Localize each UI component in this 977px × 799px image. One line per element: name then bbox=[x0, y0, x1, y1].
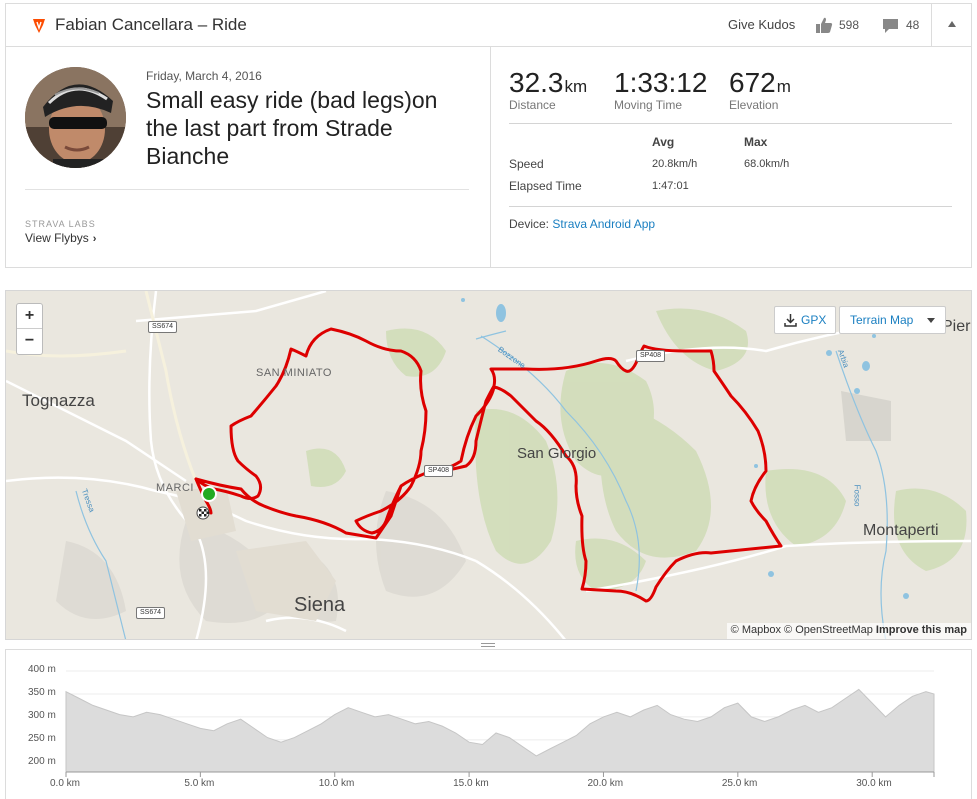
activity-title: Small easy ride (bad legs)on the last pa… bbox=[146, 87, 438, 169]
avg-header: Avg bbox=[652, 135, 675, 149]
route-map[interactable]: Tognazza SAN MINIATO San Giorgio Montape… bbox=[5, 290, 972, 640]
zoom-out-button[interactable]: − bbox=[17, 329, 42, 354]
activity-summary: Friday, March 4, 2016 Small easy ride (b… bbox=[5, 47, 972, 268]
panel-divider bbox=[490, 47, 491, 268]
place-label: San Giorgio bbox=[517, 445, 597, 462]
view-flybys-link[interactable]: View Flybys › bbox=[25, 231, 96, 245]
x-tick-label: 10.0 km bbox=[318, 778, 355, 789]
x-tick-label: 5.0 km bbox=[184, 778, 215, 789]
x-tick-label: 25.0 km bbox=[721, 778, 758, 789]
kudos-count[interactable]: 598 bbox=[839, 18, 859, 32]
zoom-control: + − bbox=[16, 303, 43, 355]
strava-labs-label: STRAVA LABS bbox=[25, 219, 96, 229]
comment-count[interactable]: 48 bbox=[906, 18, 919, 32]
elapsed-time-value: 1:47:01 bbox=[652, 180, 689, 192]
max-header: Max bbox=[744, 135, 768, 149]
download-icon bbox=[784, 314, 797, 327]
map-attribution: © Mapbox © OpenStreetMap Improve this ma… bbox=[726, 623, 971, 639]
divider bbox=[509, 123, 952, 124]
road-shield: SS674 bbox=[148, 321, 178, 333]
elevation-profile[interactable]: 400 m 350 m 300 m 250 m 200 m 0.0 km 5.0 km 10… bbox=[5, 649, 972, 799]
elevation-unit: m bbox=[776, 77, 791, 96]
avatar[interactable] bbox=[25, 67, 126, 168]
resize-handle[interactable] bbox=[481, 641, 495, 648]
activity-header: Fabian Cancellara – Ride Give Kudos 598 … bbox=[5, 3, 972, 47]
y-tick-label: 350 m bbox=[28, 686, 56, 698]
y-tick-label: 200 m bbox=[28, 755, 56, 767]
zoom-in-button[interactable]: + bbox=[17, 304, 42, 329]
view-flybys-label[interactable]: View Flybys bbox=[25, 231, 89, 245]
elevation-label: Elevation bbox=[729, 98, 779, 112]
speed-avg: 20.8km/h bbox=[652, 158, 698, 170]
gpx-download-button[interactable]: GPX bbox=[774, 306, 836, 334]
collapse-button[interactable] bbox=[931, 4, 972, 46]
place-label: Pier bbox=[942, 318, 971, 335]
strava-logo-icon[interactable] bbox=[32, 18, 46, 34]
x-tick-label: 20.0 km bbox=[587, 778, 624, 789]
y-tick-label: 400 m bbox=[28, 664, 56, 675]
moving-time-value: 1:33:12 bbox=[614, 67, 708, 98]
map-terrain bbox=[6, 291, 971, 639]
x-tick-label: 15.0 km bbox=[453, 778, 489, 789]
x-tick-label: 30.0 km bbox=[856, 778, 892, 789]
stat-moving-time: 1:33:12 Moving Time bbox=[614, 67, 707, 112]
map-type-dropdown[interactable]: Terrain Map bbox=[839, 306, 946, 334]
x-tick-label: 0.0 km bbox=[50, 778, 81, 789]
thumbs-up-icon[interactable] bbox=[815, 16, 833, 34]
speed-label: Speed bbox=[509, 157, 544, 171]
stat-elevation: 672m Elevation bbox=[729, 67, 791, 112]
place-label: Montaperti bbox=[863, 522, 939, 539]
device-info: Device: Strava Android App bbox=[509, 217, 655, 231]
caret-down-icon bbox=[927, 318, 935, 323]
divider bbox=[509, 206, 952, 207]
device-link[interactable]: Strava Android App bbox=[552, 217, 655, 231]
map-type-label[interactable]: Terrain Map bbox=[850, 313, 913, 327]
caret-up-icon bbox=[948, 21, 956, 27]
road-shield: SP408 bbox=[636, 350, 666, 362]
elevation-value: 672 bbox=[729, 67, 776, 98]
place-label: Siena bbox=[294, 594, 346, 616]
moving-time-label: Moving Time bbox=[614, 98, 683, 112]
mapbox-link[interactable]: © Mapbox bbox=[731, 624, 781, 636]
y-tick-label: 250 m bbox=[28, 732, 56, 744]
stat-distance: 32.3km Distance bbox=[509, 67, 587, 112]
improve-map-link[interactable]: Improve this map bbox=[876, 624, 967, 636]
place-label: SAN MINIATO bbox=[256, 367, 332, 379]
gpx-label[interactable]: GPX bbox=[801, 313, 826, 327]
give-kudos-button[interactable]: Give Kudos bbox=[728, 17, 795, 32]
comment-icon[interactable] bbox=[882, 18, 899, 34]
elevation-area bbox=[65, 688, 935, 773]
device-label: Device: bbox=[509, 217, 550, 231]
athlete-photo bbox=[25, 67, 126, 168]
osm-link[interactable]: © OpenStreetMap bbox=[784, 624, 873, 636]
speed-max: 68.0km/h bbox=[744, 158, 790, 170]
distance-unit: km bbox=[564, 77, 588, 96]
activity-date: Friday, March 4, 2016 bbox=[146, 69, 262, 83]
river-label: Fosso bbox=[852, 484, 862, 507]
road-shield: SS674 bbox=[136, 607, 166, 619]
place-label: MARCI bbox=[156, 482, 194, 494]
elapsed-time-label: Elapsed Time bbox=[509, 179, 582, 193]
divider bbox=[25, 189, 469, 190]
place-label: Tognazza bbox=[22, 391, 95, 410]
y-tick-label: 300 m bbox=[28, 709, 56, 721]
distance-label: Distance bbox=[509, 98, 556, 112]
distance-value: 32.3 bbox=[509, 67, 564, 98]
chevron-right-icon: › bbox=[92, 233, 97, 245]
road-shield: SP408 bbox=[424, 465, 454, 477]
page-title: Fabian Cancellara – Ride bbox=[55, 15, 247, 34]
elevation-chart bbox=[65, 670, 935, 777]
